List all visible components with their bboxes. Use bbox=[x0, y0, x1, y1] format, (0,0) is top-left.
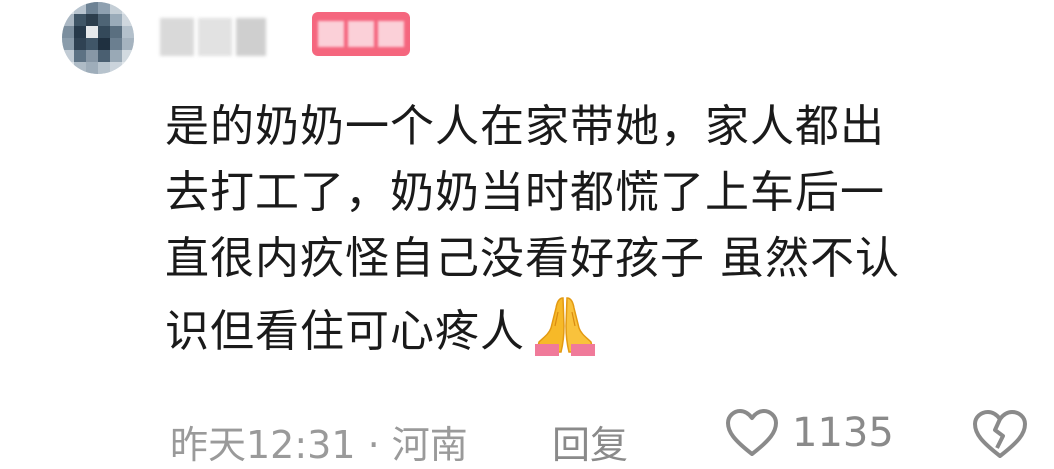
username-block bbox=[198, 18, 232, 56]
comment-meta: 昨天12:31 · 河南 bbox=[170, 423, 468, 467]
dislike-button[interactable] bbox=[970, 408, 1030, 469]
badge-block bbox=[378, 21, 404, 47]
avatar[interactable] bbox=[62, 2, 134, 74]
broken-heart-icon bbox=[973, 410, 1027, 458]
comment-line: 去打工了，奶奶当时都慌了上车后一 bbox=[165, 167, 885, 218]
badge-block bbox=[318, 21, 344, 47]
username-block bbox=[160, 18, 194, 56]
comment-line: 是的奶奶一个人在家带她，家人都出 bbox=[165, 101, 885, 152]
comment-item: 是的奶奶一个人在家带她，家人都出 去打工了，奶奶当时都慌了上车后一 直很内疚怪自… bbox=[0, 0, 1054, 467]
comment-last-line: 识但看住可心疼人 bbox=[165, 292, 1025, 365]
folded-hands-icon bbox=[529, 292, 601, 358]
like-count: 1135 bbox=[792, 410, 894, 456]
comment-line: 直很内疚怪自己没看好孩子 虽然不认 bbox=[165, 233, 900, 284]
like-button[interactable]: 1135 bbox=[724, 408, 894, 458]
username-blurred[interactable] bbox=[160, 18, 266, 56]
comment-line: 识但看住可心疼人 bbox=[165, 306, 525, 357]
avatar-mosaic bbox=[62, 2, 134, 74]
badge-block bbox=[348, 21, 374, 47]
user-badge-blurred bbox=[312, 12, 410, 56]
comment-text: 是的奶奶一个人在家带她，家人都出 去打工了，奶奶当时都慌了上车后一 直很内疚怪自… bbox=[165, 94, 1025, 365]
username-block bbox=[236, 18, 266, 56]
comment-footer: 昨天12:31 · 河南 回复 1135 bbox=[170, 408, 1040, 467]
heart-icon bbox=[726, 409, 778, 456]
reply-button[interactable]: 回复 bbox=[552, 414, 628, 469]
